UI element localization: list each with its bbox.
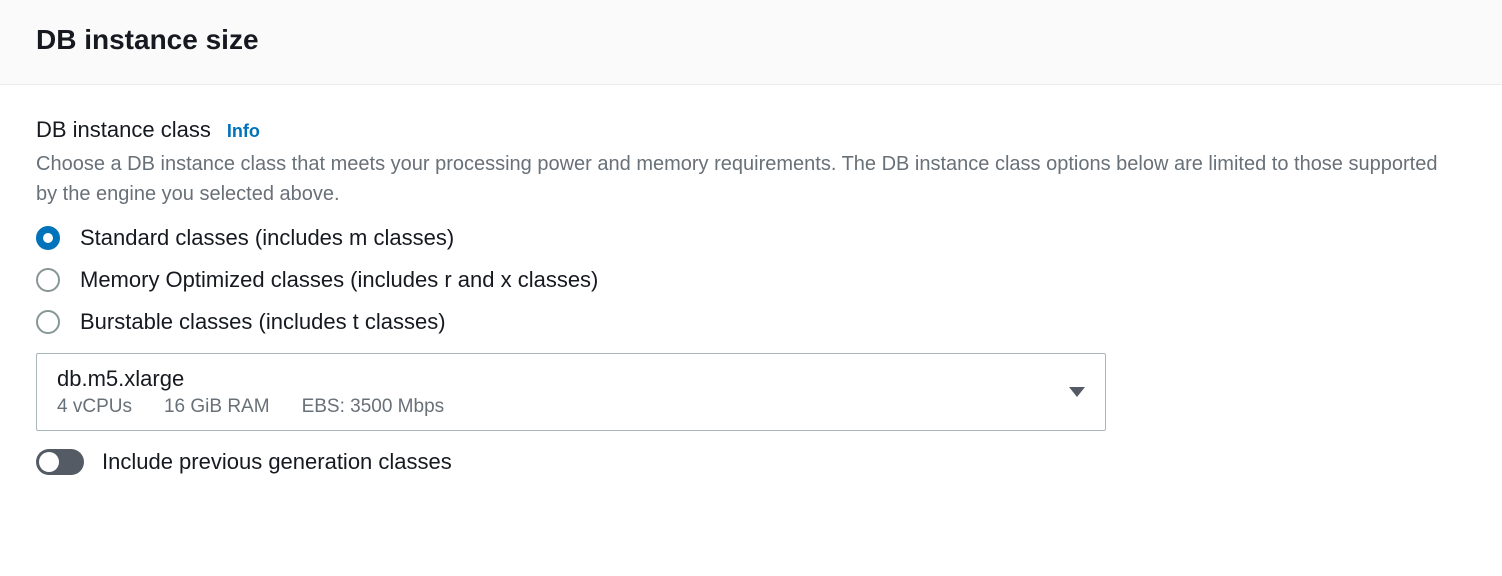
select-vcpu: 4 vCPUs — [57, 396, 132, 418]
radio-icon — [36, 310, 60, 334]
radio-label-memory: Memory Optimized classes (includes r and… — [80, 267, 598, 293]
field-label: DB instance class — [36, 117, 211, 143]
field-label-row: DB instance class Info — [36, 117, 1466, 143]
toggle-label: Include previous generation classes — [102, 449, 452, 475]
radio-icon — [36, 226, 60, 250]
panel-title: DB instance size — [36, 24, 1466, 56]
radio-label-burstable: Burstable classes (includes t classes) — [80, 309, 446, 335]
select-main-value: db.m5.xlarge — [57, 366, 444, 392]
select-text: db.m5.xlarge 4 vCPUs 16 GiB RAM EBS: 350… — [57, 366, 444, 418]
field-description: Choose a DB instance class that meets yo… — [36, 149, 1456, 209]
chevron-down-icon — [1069, 387, 1085, 397]
radio-memory[interactable]: Memory Optimized classes (includes r and… — [36, 267, 1466, 293]
radio-group: Standard classes (includes m classes) Me… — [36, 225, 1466, 335]
panel-header: DB instance size — [0, 0, 1502, 85]
panel-body: DB instance class Info Choose a DB insta… — [0, 85, 1502, 499]
instance-class-select[interactable]: db.m5.xlarge 4 vCPUs 16 GiB RAM EBS: 350… — [36, 353, 1106, 431]
select-sub-row: 4 vCPUs 16 GiB RAM EBS: 3500 Mbps — [57, 396, 444, 418]
select-ebs: EBS: 3500 Mbps — [302, 396, 445, 418]
previous-gen-toggle[interactable] — [36, 449, 84, 475]
toggle-row: Include previous generation classes — [36, 449, 1466, 475]
info-link[interactable]: Info — [227, 121, 260, 142]
radio-label-standard: Standard classes (includes m classes) — [80, 225, 454, 251]
select-ram: 16 GiB RAM — [164, 396, 270, 418]
radio-standard[interactable]: Standard classes (includes m classes) — [36, 225, 1466, 251]
toggle-knob-icon — [39, 452, 59, 472]
radio-burstable[interactable]: Burstable classes (includes t classes) — [36, 309, 1466, 335]
radio-icon — [36, 268, 60, 292]
